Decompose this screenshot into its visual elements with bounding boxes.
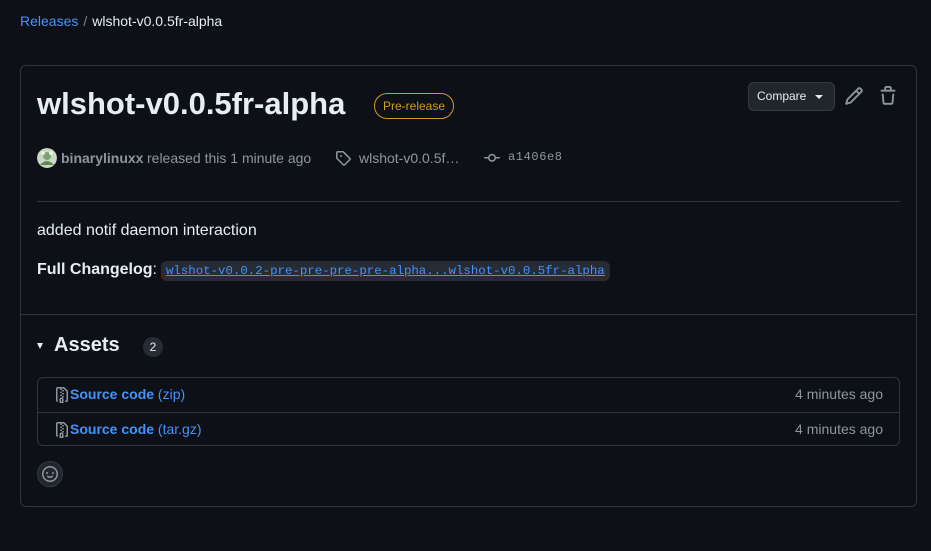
asset-link[interactable]: Source code (zip) [70, 386, 185, 402]
prerelease-badge: Pre-release [374, 93, 455, 119]
assets-heading: Assets [54, 334, 120, 356]
assets-count-badge: 2 [143, 337, 163, 357]
avatar-image [37, 148, 57, 168]
release-title: wlshot-v0.0.5fr-alpha [37, 86, 346, 121]
file-zip-icon [56, 387, 68, 403]
commit-link[interactable]: a1406e8 [508, 150, 563, 164]
triangle-down-icon [37, 343, 43, 349]
avatar[interactable] [37, 148, 57, 168]
changelog-label: Full Changelog [37, 261, 153, 278]
commit-icon [484, 153, 500, 162]
asset-time: 4 minutes ago [795, 386, 883, 402]
file-zip-icon [56, 422, 68, 438]
asset-ext: (tar.gz) [157, 421, 202, 437]
released-text: released this 1 minute ago [147, 150, 312, 166]
trash-icon [880, 86, 896, 105]
list-item: Source code (zip) 4 minutes ago [38, 378, 899, 412]
breadcrumb-separator: / [83, 13, 88, 29]
asset-time: 4 minutes ago [795, 421, 883, 437]
assets-divider [21, 314, 916, 315]
delete-button[interactable] [878, 86, 898, 106]
list-item: Source code (tar.gz) 4 minutes ago [38, 412, 899, 446]
pencil-icon [845, 87, 863, 105]
asset-link[interactable]: Source code (tar.gz) [70, 421, 202, 437]
tag-link[interactable]: wlshot-v0.0.5fr-alpha [359, 150, 461, 166]
changelog-separator: : [152, 261, 157, 278]
full-changelog: Full Changelog: wlshot-v0.0.2-pre-pre-pre… [37, 260, 610, 281]
release-body: added notif daemon interaction [37, 222, 257, 239]
release-card: wlshot-v0.0.5fr-alpha Pre-release Compar… [20, 65, 917, 507]
add-reaction-button[interactable] [37, 461, 63, 487]
edit-button[interactable] [844, 86, 864, 106]
breadcrumb-current: wlshot-v0.0.5fr-alpha [92, 13, 223, 29]
changelog-compare-link[interactable]: wlshot-v0.0.2-pre-pre-pre-pre-alpha...wl… [161, 261, 610, 281]
smiley-icon [42, 466, 58, 482]
caret-down-icon [815, 95, 823, 99]
asset-list: Source code (zip) 4 minutes ago Source c… [37, 377, 900, 446]
author-link[interactable]: binarylinuxx [61, 150, 143, 166]
asset-ext: (zip) [157, 386, 186, 402]
tag-icon [336, 151, 351, 166]
breadcrumb: Releases / wlshot-v0.0.5fr-alpha [20, 13, 222, 29]
asset-name: Source code [70, 386, 155, 402]
asset-name: Source code [70, 421, 155, 437]
breadcrumb-releases-link[interactable]: Releases [20, 13, 78, 29]
divider [37, 201, 900, 202]
compare-button[interactable]: Compare [748, 82, 835, 111]
compare-label: Compare [757, 89, 807, 103]
